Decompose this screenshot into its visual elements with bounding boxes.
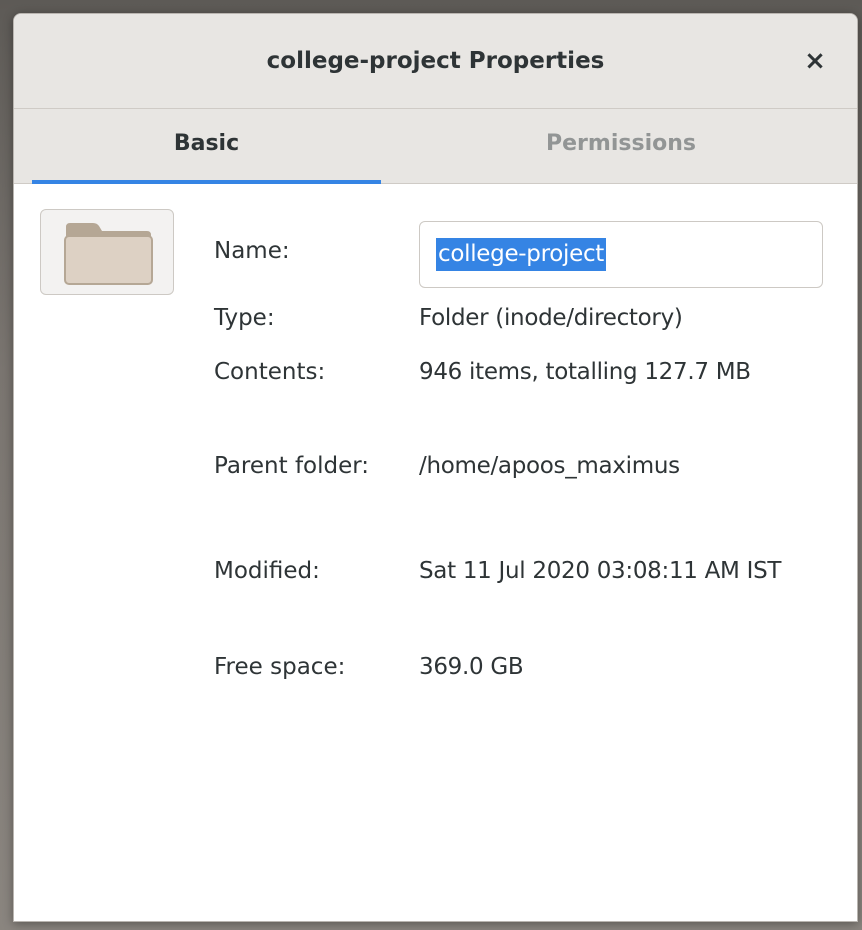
dialog-title: college-project Properties (266, 48, 605, 74)
free-space-value: 369.0 GB (419, 654, 524, 680)
tab-bar: Basic Permissions (14, 109, 857, 184)
modified-label: Modified: (214, 558, 320, 584)
name-input[interactable]: college-project (419, 221, 823, 288)
close-button[interactable]: × (799, 45, 831, 77)
type-value: Folder (inode/directory) (419, 305, 683, 331)
tab-basic-label: Basic (173, 131, 240, 156)
name-input-selected-text: college-project (436, 238, 607, 271)
tab-basic[interactable]: Basic (32, 109, 381, 184)
type-label: Type: (214, 305, 275, 331)
folder-icon-button[interactable] (40, 209, 174, 295)
tab-permissions-label: Permissions (546, 131, 696, 156)
titlebar: college-project Properties × (14, 14, 857, 109)
parent-folder-label: Parent folder: (214, 453, 370, 479)
modified-value: Sat 11 Jul 2020 03:08:11 AM IST (419, 558, 782, 584)
folder-icon (64, 223, 153, 285)
name-label: Name: (214, 238, 290, 264)
free-space-label: Free space: (214, 654, 346, 680)
close-icon: × (804, 46, 826, 76)
tab-permissions[interactable]: Permissions (446, 109, 796, 184)
basic-panel: Name: college-project Type: Folder (inod… (14, 184, 857, 921)
properties-dialog: college-project Properties × Basic Permi… (13, 13, 858, 922)
contents-value: 946 items, totalling 127.7 MB (419, 359, 751, 385)
contents-label: Contents: (214, 359, 326, 385)
parent-folder-value: /home/apoos_maximus (419, 453, 680, 479)
